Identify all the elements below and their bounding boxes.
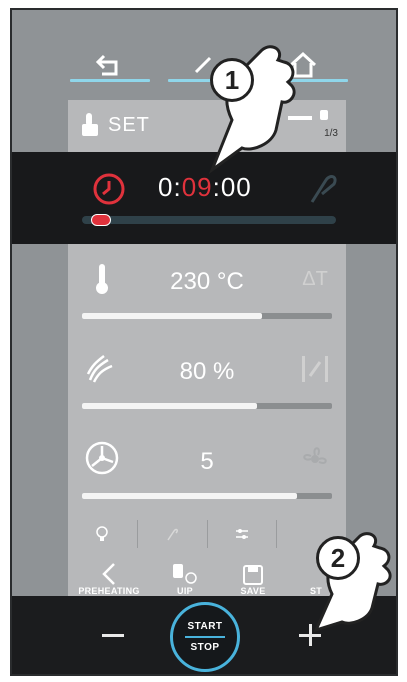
strip-cell-probe[interactable] [138, 520, 208, 548]
chef-hand-icon [82, 113, 98, 136]
timer-progress-track [82, 216, 336, 224]
pointing-hand-icon-1 [208, 45, 296, 175]
uip-icon [173, 564, 197, 584]
uip-button[interactable]: UIP [160, 550, 210, 600]
probe-small-icon [167, 528, 179, 541]
probe-icon [310, 175, 337, 203]
timer-hours: 0: [158, 172, 182, 202]
callout-1: 1 [210, 58, 254, 102]
start-stop-divider [185, 636, 225, 638]
fan-option-icon[interactable] [298, 442, 332, 476]
oven-control-screen: SET 1/3 0:09:00 230 °C ΔT 80 % 5 PREHEAT… [10, 8, 398, 676]
preheating-button[interactable]: PREHEATING [72, 550, 146, 600]
page-counter: 1/3 [324, 128, 338, 139]
bulb-icon [96, 526, 109, 541]
fan-row[interactable]: 5 [68, 428, 346, 518]
nav-underline-back [70, 79, 150, 82]
minus-button[interactable] [102, 634, 124, 637]
back-arrow-icon [95, 54, 118, 76]
callout-2: 2 [316, 536, 360, 580]
start-stop-button[interactable]: START STOP [170, 602, 240, 672]
save-label: SAVE [240, 586, 266, 596]
save-button[interactable]: SAVE [230, 550, 276, 600]
set-label: SET [108, 114, 150, 136]
strip-cell-light[interactable] [68, 520, 138, 548]
delta-t-icon[interactable]: ΔT [298, 262, 332, 296]
fan-bar-fill[interactable] [82, 493, 297, 499]
start-label: START [187, 621, 223, 632]
sliders-icon [235, 529, 248, 539]
temperature-row[interactable]: 230 °C ΔT [68, 248, 346, 338]
humidity-bar-fill[interactable] [82, 403, 257, 409]
uip-label: UIP [177, 586, 193, 596]
humidity-row[interactable]: 80 % [68, 338, 346, 428]
stop-label: STOP [190, 642, 220, 653]
clock-icon [93, 173, 125, 205]
floppy-disk-icon [243, 565, 263, 585]
damper-icon[interactable] [298, 352, 332, 386]
strip-cell-settings[interactable] [208, 520, 278, 548]
timer-progress-knob[interactable] [91, 214, 112, 226]
back-button[interactable] [74, 40, 144, 90]
temperature-bar-fill[interactable] [82, 313, 262, 319]
chevron-left-icon [102, 563, 115, 585]
pointing-hand-icon-2 [313, 532, 392, 633]
preheating-label: PREHEATING [78, 586, 140, 596]
